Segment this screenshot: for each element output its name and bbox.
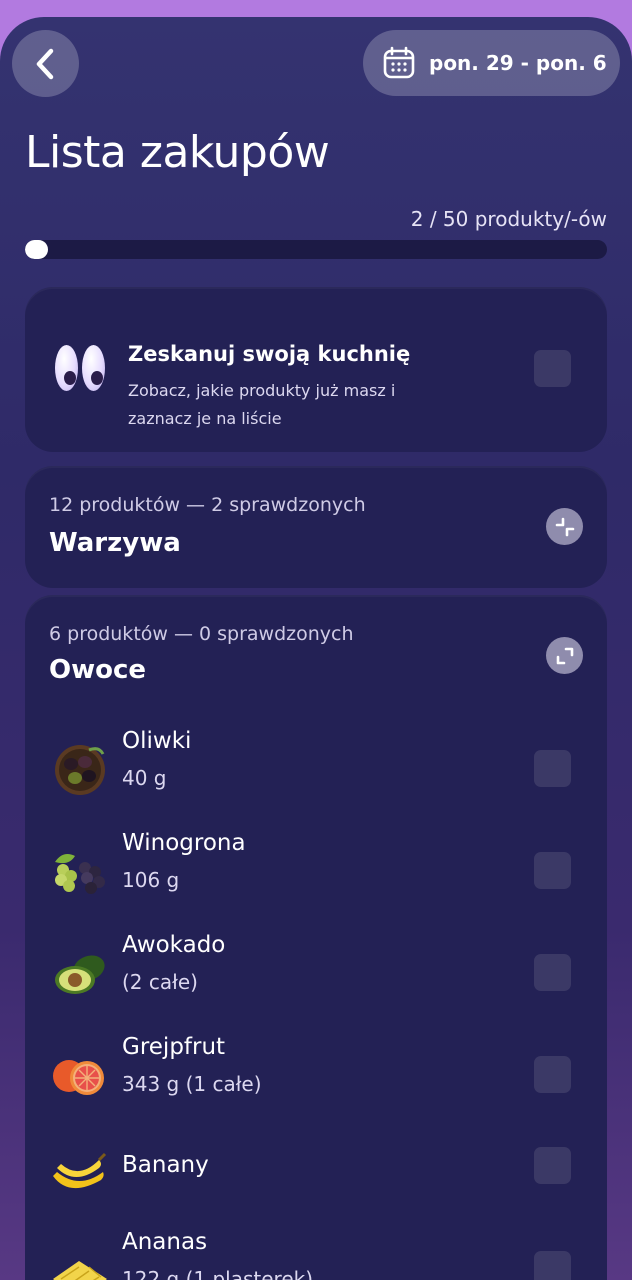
progress-bar-fill <box>25 240 49 259</box>
list-item[interactable]: Oliwki 40 g <box>25 728 607 818</box>
item-checkbox[interactable] <box>534 852 571 889</box>
category-card-vegetables[interactable]: 12 produktów — 2 sprawdzonych Warzywa <box>25 466 607 588</box>
category-toggle-button[interactable] <box>546 508 583 545</box>
item-quantity: (2 całe) <box>122 970 198 994</box>
back-button[interactable] <box>12 30 79 97</box>
item-checkbox[interactable] <box>534 1251 571 1280</box>
progress-bar <box>25 240 607 259</box>
list-item[interactable]: Awokado (2 całe) <box>25 932 607 1022</box>
category-summary: 6 produktów — 0 sprawdzonych <box>49 623 354 645</box>
date-range-button[interactable]: pon. 29 - pon. 6 <box>363 30 620 96</box>
eyes-icon <box>55 345 105 391</box>
expand-icon <box>556 647 573 664</box>
item-checkbox[interactable] <box>534 1056 571 1093</box>
category-title: Warzywa <box>49 528 181 558</box>
item-quantity: 343 g (1 całe) <box>122 1072 262 1096</box>
chevron-left-icon <box>36 48 53 79</box>
shopping-list-screen: pon. 29 - pon. 6 Lista zakupów 2 / 50 pr… <box>0 17 632 1280</box>
scan-kitchen-card[interactable]: Zeskanuj swoją kuchnię Zobacz, jakie pro… <box>25 287 607 452</box>
category-summary: 12 produktów — 2 sprawdzonych <box>49 494 366 516</box>
item-name: Ananas <box>122 1229 208 1255</box>
item-quantity: 40 g <box>122 766 167 790</box>
grapes-icon <box>55 854 105 894</box>
scan-card-checkbox[interactable] <box>534 350 571 387</box>
item-name: Banany <box>122 1152 209 1178</box>
category-card-fruits[interactable]: 6 produktów — 0 sprawdzonych Owoce Oliwk… <box>25 595 607 1280</box>
pineapple-icon <box>53 1261 107 1280</box>
scan-card-description: Zobacz, jakie produkty już masz i zaznac… <box>128 381 396 428</box>
olives-icon <box>55 745 105 795</box>
progress-label: 2 / 50 produkty/-ów <box>410 207 607 231</box>
item-name: Awokado <box>122 932 226 958</box>
item-quantity: 122 g (1 plasterek) <box>122 1267 314 1280</box>
grapefruit-icon <box>53 1060 104 1095</box>
date-range-label: pon. 29 - pon. 6 <box>429 51 607 75</box>
collapse-icon <box>555 517 574 536</box>
list-item[interactable]: Ananas 122 g (1 plasterek) <box>25 1229 607 1280</box>
category-toggle-button[interactable] <box>546 637 583 674</box>
item-name: Winogrona <box>122 830 246 856</box>
item-checkbox[interactable] <box>534 954 571 991</box>
item-checkbox[interactable] <box>534 1147 571 1184</box>
item-checkbox[interactable] <box>534 750 571 787</box>
item-name: Oliwki <box>122 728 192 754</box>
list-item[interactable]: Grejpfrut 343 g (1 całe) <box>25 1034 607 1124</box>
bananas-icon <box>53 1152 107 1189</box>
scan-card-title: Zeskanuj swoją kuchnię <box>128 342 411 366</box>
calendar-icon <box>383 46 415 79</box>
page-title: Lista zakupów <box>25 127 330 178</box>
category-title: Owoce <box>49 655 147 685</box>
item-name: Grejpfrut <box>122 1034 226 1060</box>
item-quantity: 106 g <box>122 868 180 892</box>
list-item[interactable]: Winogrona 106 g <box>25 830 607 920</box>
avocado-icon <box>55 955 105 994</box>
